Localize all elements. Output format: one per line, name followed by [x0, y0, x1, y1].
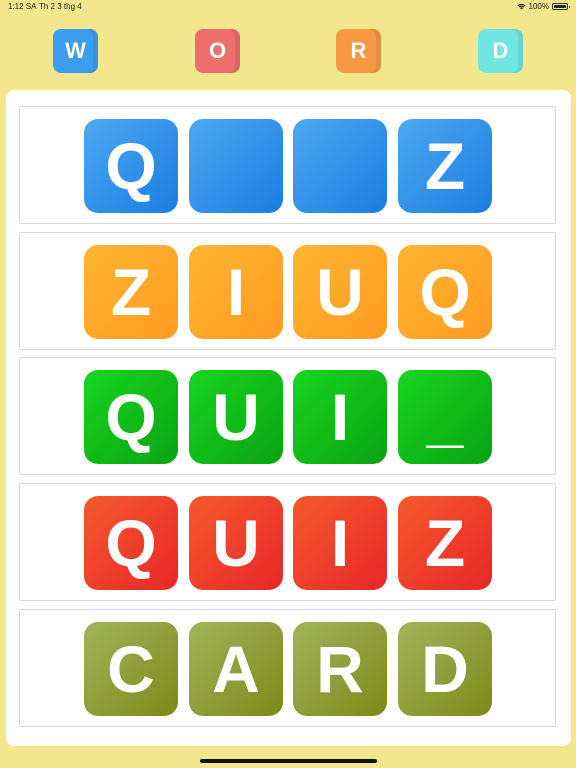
letter-tile[interactable]: U [293, 245, 387, 339]
header-tile-4[interactable]: D [478, 29, 523, 73]
letter-tile[interactable]: R [293, 622, 387, 716]
puzzle-row-1: Q Z [19, 106, 556, 224]
letter-tile[interactable]: Q [398, 245, 492, 339]
letter-tile[interactable]: U [189, 370, 283, 464]
tile-letter: C [107, 632, 155, 706]
tile-letter: I [330, 380, 350, 454]
tile-letter: A [212, 632, 260, 706]
tile-letter: U [316, 255, 364, 329]
wifi-icon [517, 3, 526, 10]
status-time: 1:12 SA [8, 2, 37, 11]
tile-letter: Z [110, 255, 152, 329]
tile-letter: U [212, 506, 260, 580]
letter-tile[interactable]: I [293, 496, 387, 590]
letter-tile[interactable] [293, 119, 387, 213]
battery-percent: 100% [528, 2, 549, 11]
letter-tile[interactable]: Q [84, 119, 178, 213]
home-indicator[interactable] [200, 759, 377, 763]
tile-letter: Q [105, 506, 157, 580]
letter-tile[interactable]: C [84, 622, 178, 716]
status-right: 100% [517, 2, 570, 11]
puzzle-board: Q Z Z I U Q Q U I _ Q U I Z C A R D [6, 90, 571, 746]
status-bar: 1:12 SA Th 2 3 thg 4 100% [0, 0, 576, 14]
puzzle-row-3: Q U I _ [19, 357, 556, 475]
tile-letter: U [212, 380, 260, 454]
header-tile-letter: D [492, 38, 509, 63]
puzzle-row-2: Z I U Q [19, 232, 556, 350]
tile-letter: Q [105, 129, 157, 203]
tile-letter: R [316, 632, 364, 706]
letter-tile[interactable]: Z [398, 496, 492, 590]
tile-letter: _ [426, 380, 464, 454]
header-tile-3[interactable]: R [336, 29, 381, 73]
letter-tile[interactable]: Q [84, 496, 178, 590]
letter-tile[interactable]: Z [398, 119, 492, 213]
status-date: Th 2 3 thg 4 [39, 2, 82, 11]
letter-tile[interactable]: Z [84, 245, 178, 339]
letter-tile[interactable]: I [293, 370, 387, 464]
header-tile-2[interactable]: O [195, 29, 240, 73]
header-tile-1[interactable]: W [53, 29, 98, 73]
header-tile-letter: W [65, 38, 86, 63]
letter-tile[interactable]: _ [398, 370, 492, 464]
tile-letter: Z [424, 129, 466, 203]
letter-tile[interactable]: U [189, 496, 283, 590]
tile-letter: I [226, 255, 246, 329]
header-tile-letter: R [350, 38, 367, 63]
tile-letter: Q [419, 255, 471, 329]
puzzle-row-4: Q U I Z [19, 483, 556, 601]
letter-tile[interactable]: Q [84, 370, 178, 464]
header-tile-letter: O [208, 38, 227, 63]
puzzle-row-5: C A R D [19, 609, 556, 727]
tile-letter: D [421, 632, 469, 706]
tile-letter: Z [424, 506, 466, 580]
letter-tile[interactable]: D [398, 622, 492, 716]
letter-tile[interactable] [189, 119, 283, 213]
tile-letter: I [330, 506, 350, 580]
battery-icon [552, 3, 570, 10]
letter-tile[interactable]: A [189, 622, 283, 716]
letter-tile[interactable]: I [189, 245, 283, 339]
tile-letter: Q [105, 380, 157, 454]
